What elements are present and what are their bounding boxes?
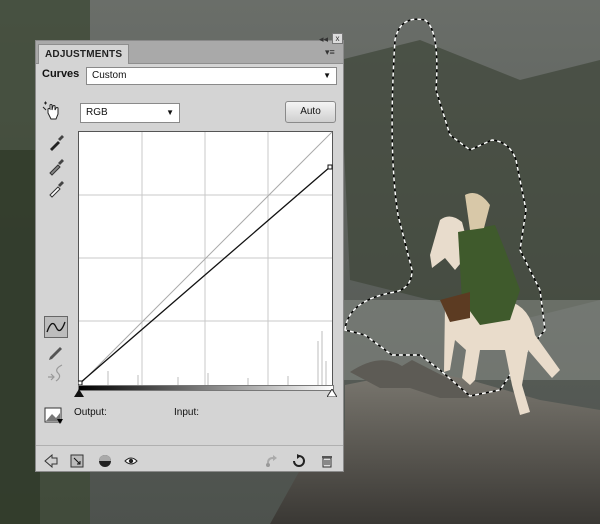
preset-dropdown[interactable]: Custom ▼ (86, 67, 337, 85)
curve-point-end (327, 164, 333, 170)
expand-view-icon[interactable] (70, 454, 84, 468)
eyedropper-gray-icon[interactable] (46, 157, 66, 177)
chevron-down-icon: ▼ (166, 108, 174, 117)
black-point-slider[interactable] (74, 389, 84, 397)
output-label: Output: (74, 407, 107, 418)
adjustment-name: Curves (42, 68, 80, 80)
tab-adjustments[interactable]: ADJUSTMENTS (38, 44, 130, 64)
channel-dropdown[interactable]: RGB ▼ (80, 103, 180, 123)
adjustments-panel: ADJUSTMENTS ▾≡ ◂◂ x Curves Custom ▼ RGB … (35, 33, 344, 472)
channel-value: RGB (86, 107, 108, 118)
close-icon[interactable]: x (332, 33, 343, 44)
panel-tab-bar: ADJUSTMENTS ▾≡ (36, 41, 343, 64)
collapse-icon[interactable]: ◂◂ (319, 34, 328, 45)
input-label: Input: (174, 407, 200, 418)
auto-button[interactable]: Auto (285, 101, 336, 123)
reset-icon[interactable] (292, 454, 306, 468)
curves-graph[interactable] (78, 131, 334, 387)
clipping-warning-icon[interactable] (44, 405, 64, 425)
preset-value: Custom (92, 70, 127, 81)
curve-point-icon[interactable] (44, 316, 68, 338)
input-gradient-bar (78, 385, 334, 391)
eyedropper-white-icon[interactable] (46, 179, 66, 199)
clip-layer-icon[interactable] (98, 454, 112, 468)
pencil-icon[interactable] (46, 341, 66, 361)
hand-target-icon[interactable] (42, 101, 62, 121)
eye-icon[interactable] (124, 454, 138, 468)
trash-icon[interactable] (320, 454, 334, 468)
panel-menu-icon[interactable]: ▾≡ (325, 47, 335, 58)
back-arrow-icon[interactable] (44, 454, 58, 468)
bottom-toolbar (36, 445, 343, 472)
chevron-down-icon: ▼ (323, 71, 331, 80)
smooth-icon[interactable] (46, 363, 66, 383)
previous-state-icon[interactable] (264, 454, 278, 468)
eyedropper-black-icon[interactable] (46, 133, 66, 153)
white-point-slider[interactable] (327, 389, 337, 397)
